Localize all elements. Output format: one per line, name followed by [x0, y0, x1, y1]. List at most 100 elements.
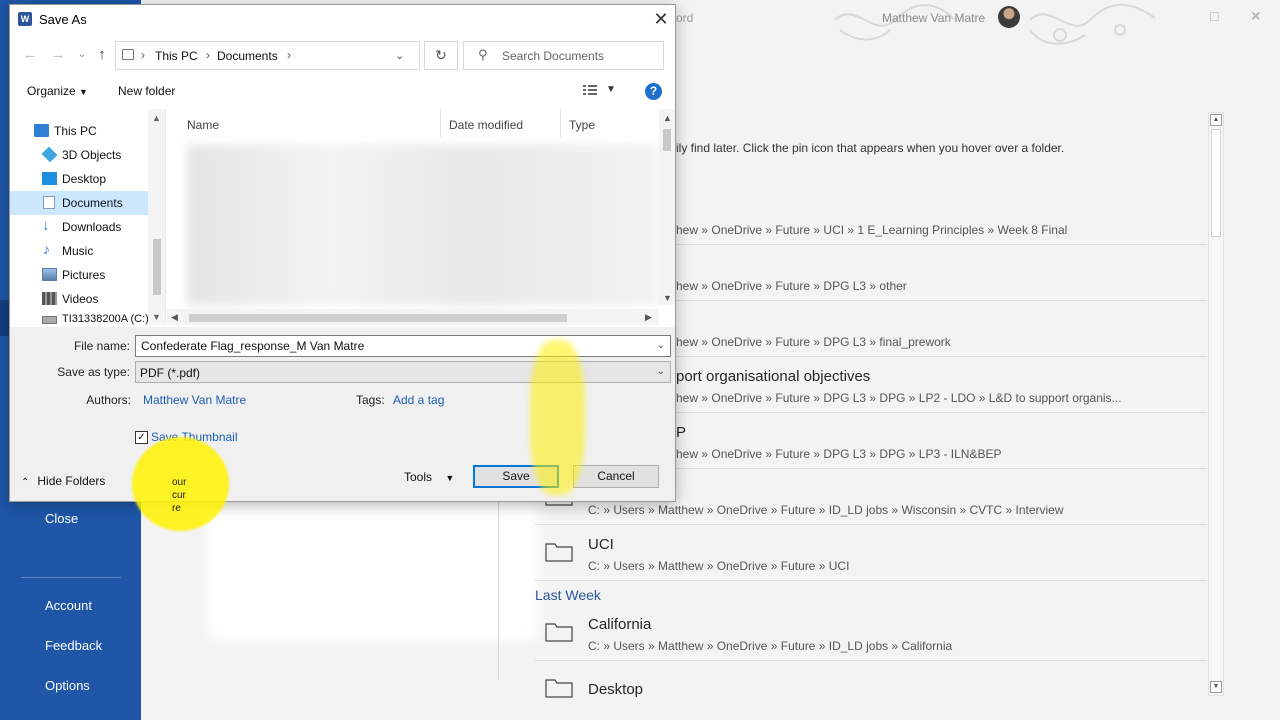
column-header-type[interactable]: Type	[561, 109, 659, 137]
recent-locations-icon[interactable]: ⌄	[72, 45, 92, 65]
save-as-type-select[interactable]: PDF (*.pdf) ⌄	[135, 361, 671, 383]
file-name-input[interactable]	[141, 338, 646, 354]
breadcrumb-documents[interactable]: Documents	[217, 49, 278, 63]
scroll-up-icon[interactable]: ▲	[152, 113, 161, 123]
pictures-icon	[42, 268, 57, 281]
download-icon: ↓	[42, 217, 50, 234]
scrollbar-thumb[interactable]	[663, 129, 671, 151]
chevron-down-icon[interactable]: ⌄	[657, 340, 665, 351]
refresh-button[interactable]: ↻	[424, 41, 458, 70]
scroll-up-icon[interactable]: ▲	[1210, 114, 1222, 126]
sidebar-item-close[interactable]: Close	[45, 511, 78, 526]
recent-scrollbar[interactable]: ▲ ▼	[1208, 112, 1224, 696]
address-bar[interactable]: › This PC › Documents › ⌄	[115, 41, 420, 70]
folder-name: Desktop	[588, 681, 644, 698]
breadcrumb-this-pc[interactable]: This PC	[155, 49, 198, 63]
search-box[interactable]: ⚲	[463, 41, 664, 70]
organize-button[interactable]: Organize ▼	[27, 84, 88, 98]
nav-item-label: Desktop	[62, 172, 107, 186]
nav-item-desktop[interactable]: Desktop	[10, 167, 148, 191]
folder-icon	[545, 543, 573, 562]
scrollbar-thumb[interactable]	[1211, 129, 1221, 237]
file-list-horizontal-scrollbar[interactable]: ◀ ▶	[167, 309, 659, 325]
nav-item-downloads[interactable]: ↓ Downloads	[10, 215, 148, 239]
chevron-right-icon[interactable]: ›	[206, 48, 210, 62]
section-heading-last-week: Last Week	[535, 587, 601, 603]
sidebar-item-account[interactable]: Account	[45, 598, 92, 613]
obscured-line: cur	[172, 490, 186, 501]
decorative-flourish-icon	[834, 3, 1156, 45]
chevron-up-icon: ⌃	[21, 477, 30, 488]
folder-path: C: » Users » Matthew » OneDrive » Future…	[588, 559, 850, 573]
scroll-up-icon[interactable]: ▲	[663, 113, 672, 123]
scroll-down-icon[interactable]: ▼	[152, 312, 161, 322]
word-logo-icon: W	[18, 12, 32, 26]
up-arrow-icon[interactable]: ↑	[92, 45, 112, 65]
folder-name: P	[676, 424, 687, 441]
close-window-icon[interactable]: ✕	[1250, 8, 1262, 25]
folder-path: hew » OneDrive » Future » DPG L3 » DPG »…	[676, 391, 1122, 405]
pin-tip-text: ily find later. Click the pin icon that …	[676, 141, 1065, 155]
nav-item-videos[interactable]: Videos	[10, 287, 148, 311]
sidebar-item-feedback[interactable]: Feedback	[45, 638, 102, 653]
file-name-field[interactable]: ⌄	[135, 335, 671, 357]
nav-item-pictures[interactable]: Pictures	[10, 263, 148, 287]
sidebar-item-options[interactable]: Options	[45, 678, 90, 693]
hide-folders-button[interactable]: ⌃ Hide Folders	[21, 474, 105, 488]
save-thumbnail-label[interactable]: Save Thumbnail	[151, 430, 238, 444]
back-arrow-icon[interactable]: ←	[20, 45, 40, 65]
nav-item-c-drive[interactable]: TI31338200A (C:)	[10, 311, 148, 325]
scroll-down-icon[interactable]: ▼	[663, 293, 672, 303]
nav-item-3d-objects[interactable]: 3D Objects	[10, 143, 148, 167]
nav-item-label: Downloads	[62, 220, 122, 234]
signed-in-user[interactable]: Matthew Van Matre	[882, 11, 985, 25]
file-list-vertical-scrollbar[interactable]: ▲ ▼	[659, 109, 675, 305]
close-dialog-icon[interactable]: ✕	[650, 8, 672, 30]
dialog-toolbar: Organize ▼ New folder ▼ ?	[10, 75, 675, 107]
nav-item-label: Documents	[62, 196, 123, 210]
search-input[interactable]	[502, 47, 657, 65]
drive-icon	[42, 316, 57, 324]
nav-item-music[interactable]: ♪ Music	[10, 239, 148, 263]
column-header-name[interactable]: Name	[179, 109, 441, 137]
scroll-right-icon[interactable]: ▶	[645, 312, 652, 323]
nav-item-documents[interactable]: Documents	[10, 191, 148, 215]
new-folder-button[interactable]: New folder	[118, 84, 175, 98]
nav-item-this-pc[interactable]: This PC	[10, 119, 148, 143]
navigation-bar: ← → ⌄ ↑ › This PC › Documents › ⌄ ↻ ⚲	[10, 39, 675, 71]
help-button[interactable]: ?	[645, 83, 662, 100]
refresh-icon: ↻	[435, 47, 447, 63]
recent-folder-row[interactable]: Desktop	[535, 661, 1207, 717]
tools-button[interactable]: Tools ▼	[404, 470, 454, 484]
forward-arrow-icon[interactable]: →	[48, 45, 68, 65]
folder-path: hew » OneDrive » Future » UCI » 1 E_Lear…	[676, 223, 1068, 237]
avatar[interactable]	[998, 6, 1020, 28]
scroll-down-icon[interactable]: ▼	[1210, 681, 1222, 693]
folder-name: UCI	[588, 536, 614, 553]
folder-path: hew » OneDrive » Future » DPG L3 » other	[676, 279, 907, 293]
scrollbar-thumb[interactable]	[153, 239, 161, 295]
recent-folder-row[interactable]: California C: » Users » Matthew » OneDri…	[535, 605, 1207, 661]
authors-value[interactable]: Matthew Van Matre	[143, 393, 246, 407]
column-header-date-modified[interactable]: Date modified	[441, 109, 561, 137]
restore-icon[interactable]: □	[1210, 8, 1218, 24]
save-thumbnail-checkbox[interactable]: ✓	[135, 431, 148, 444]
folder-path: C: » Users » Matthew » OneDrive » Future…	[588, 503, 1064, 517]
scroll-left-icon[interactable]: ◀	[171, 312, 178, 323]
save-as-type-value: PDF (*.pdf)	[140, 366, 201, 380]
blurred-file-rows	[187, 145, 659, 305]
recent-folder-row[interactable]: UCI C: » Users » Matthew » OneDrive » Fu…	[535, 525, 1207, 581]
chevron-right-icon[interactable]: ›	[287, 48, 291, 62]
authors-label: Authors:	[86, 393, 131, 407]
save-button[interactable]: Save	[473, 465, 559, 488]
add-tag-field[interactable]: Add a tag	[393, 393, 444, 407]
documents-icon	[43, 196, 55, 209]
scrollbar-thumb[interactable]	[189, 314, 567, 322]
cancel-button[interactable]: Cancel	[573, 465, 659, 488]
view-options-icon[interactable]	[583, 84, 597, 96]
obscured-text: our cur re	[172, 476, 186, 515]
chevron-right-icon[interactable]: ›	[141, 48, 145, 62]
chevron-down-icon[interactable]: ▼	[606, 84, 616, 95]
chevron-down-icon[interactable]: ⌄	[395, 49, 404, 62]
nav-pane-scrollbar[interactable]: ▲ ▼	[148, 109, 165, 325]
